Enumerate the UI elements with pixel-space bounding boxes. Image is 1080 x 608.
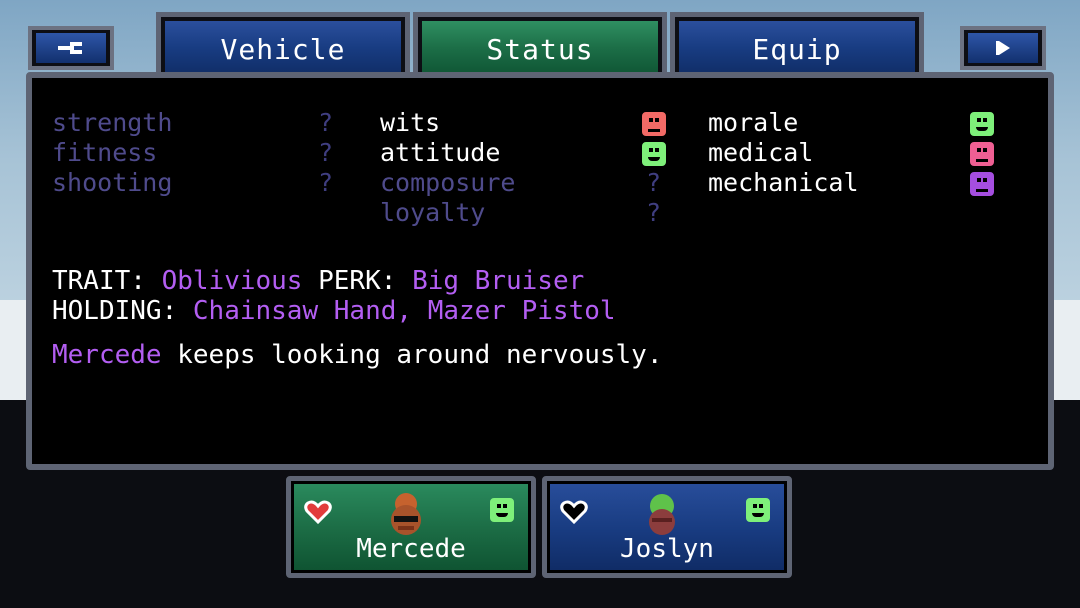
stat-shooting-value: ? — [318, 168, 334, 197]
heart-icon — [304, 500, 332, 529]
stat-attitude: attitude — [380, 138, 501, 167]
stat-loyalty: loyalty — [380, 198, 486, 227]
description-text: keeps looking around nervously. — [161, 340, 663, 370]
mood-happy-icon — [970, 112, 994, 136]
back-button[interactable] — [28, 26, 114, 70]
tab-vehicle-label: Vehicle — [220, 33, 346, 66]
avatar — [378, 490, 434, 540]
mood-sad-icon — [642, 112, 666, 136]
trait-perk-line: TRAIT: Oblivious PERK: Big Bruiser — [52, 266, 584, 296]
tab-status-label: Status — [486, 33, 594, 66]
mood-sad-icon — [970, 172, 994, 196]
stat-composure-value: ? — [646, 168, 662, 197]
avatar — [634, 490, 690, 540]
tab-status[interactable]: Status — [413, 12, 667, 80]
stat-shooting: shooting — [52, 168, 173, 197]
mood-sad-icon — [970, 142, 994, 166]
description-line: Mercede keeps looking around nervously. — [52, 340, 662, 370]
stat-strength: strength — [52, 108, 173, 137]
holding-value: Chainsaw Hand, Mazer Pistol — [192, 296, 616, 326]
perk-label: PERK: — [318, 266, 397, 296]
status-panel: strength ? fitness ? shooting ? wits att… — [26, 72, 1054, 470]
stat-morale: morale — [708, 108, 799, 137]
tab-equip[interactable]: Equip — [670, 12, 924, 80]
stat-wits: wits — [380, 108, 441, 137]
stat-medical: medical — [708, 138, 814, 167]
holding-line: HOLDING: Chainsaw Hand, Mazer Pistol — [52, 296, 616, 326]
stat-composure: composure — [380, 168, 516, 197]
heart-empty-icon — [560, 500, 588, 529]
mood-happy-icon — [642, 142, 666, 166]
stat-strength-value: ? — [318, 108, 334, 137]
description-name: Mercede — [52, 340, 162, 370]
character-card-mercede[interactable]: Mercede — [286, 476, 536, 578]
perk-value: Big Bruiser — [412, 266, 585, 296]
stat-fitness-value: ? — [318, 138, 334, 167]
next-icon — [968, 33, 1038, 63]
trait-label: TRAIT: — [52, 266, 146, 296]
mood-happy-icon — [490, 498, 514, 522]
trait-value: Oblivious — [161, 266, 303, 296]
stat-fitness: fitness — [52, 138, 158, 167]
character-card-joslyn[interactable]: Joslyn — [542, 476, 792, 578]
character-name: Mercede — [356, 534, 466, 564]
stat-mechanical: mechanical — [708, 168, 859, 197]
tab-vehicle[interactable]: Vehicle — [156, 12, 410, 80]
holding-label: HOLDING: — [52, 296, 178, 326]
mood-happy-icon — [746, 498, 770, 522]
tab-equip-label: Equip — [752, 33, 842, 66]
character-name: Joslyn — [620, 534, 714, 564]
stat-loyalty-value: ? — [646, 198, 662, 227]
back-icon — [36, 33, 106, 63]
next-button[interactable] — [960, 26, 1046, 70]
